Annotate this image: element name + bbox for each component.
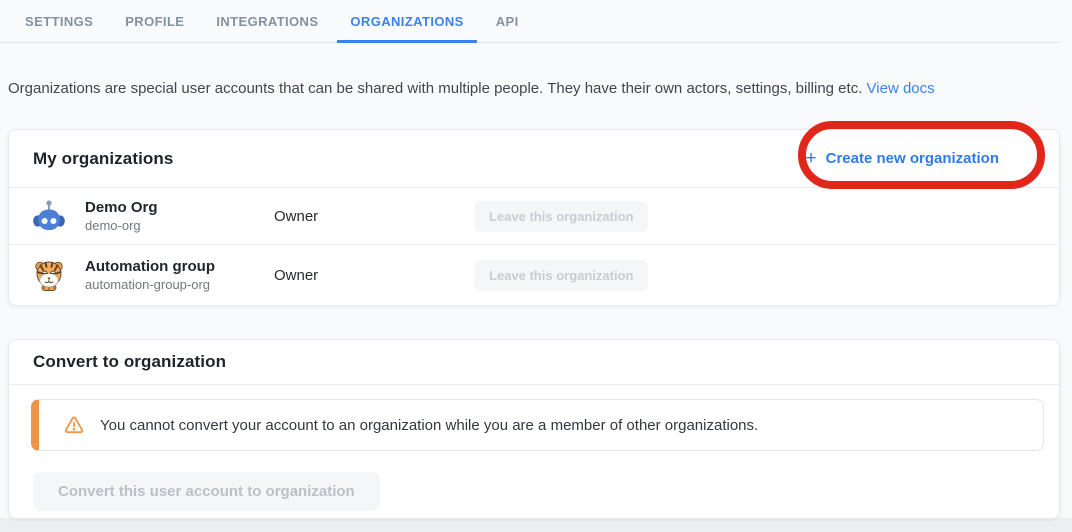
robot-avatar-icon (31, 198, 67, 234)
page-content: SETTINGS PROFILE INTEGRATIONS ORGANIZATI… (0, 0, 1072, 518)
convert-to-organization-panel: Convert to organization You cannot conve… (8, 339, 1060, 519)
my-organizations-title: My organizations (33, 149, 173, 169)
organization-slug: demo-org (85, 217, 274, 234)
organizations-intro-text: Organizations are special user accounts … (8, 79, 1072, 99)
warning-callout: You cannot convert your account to an or… (31, 399, 1044, 451)
settings-tab-bar: SETTINGS PROFILE INTEGRATIONS ORGANIZATI… (0, 0, 1060, 43)
organization-identity: Demo Org demo-org (85, 198, 274, 234)
organization-identity: Automation group automation-group-org (85, 257, 274, 293)
tab-profile[interactable]: PROFILE (112, 0, 197, 43)
tab-api[interactable]: API (483, 0, 532, 43)
organization-role: Owner (274, 208, 474, 225)
convert-section-title: Convert to organization (33, 352, 226, 372)
create-new-organization-button[interactable]: + Create new organization (786, 140, 1035, 178)
create-new-organization-label: Create new organization (826, 150, 999, 167)
my-organizations-header: My organizations + Create new organizati… (9, 130, 1059, 188)
tiger-avatar-icon (31, 257, 67, 293)
tab-integrations[interactable]: INTEGRATIONS (203, 0, 331, 43)
view-docs-link[interactable]: View docs (867, 80, 935, 97)
warning-triangle-icon (63, 414, 85, 436)
my-organizations-panel: My organizations + Create new organizati… (8, 129, 1060, 306)
tab-settings[interactable]: SETTINGS (12, 0, 106, 43)
organizations-settings-page: SETTINGS PROFILE INTEGRATIONS ORGANIZATI… (0, 0, 1072, 532)
leave-organization-button[interactable]: Leave this organization (474, 201, 648, 232)
organization-row-automation-group: Automation group automation-group-org Ow… (9, 244, 1059, 305)
convert-section-header: Convert to organization (9, 340, 1059, 385)
warning-message: You cannot convert your account to an or… (100, 417, 758, 434)
organization-name: Automation group (85, 257, 274, 276)
organization-name: Demo Org (85, 198, 274, 217)
organization-slug: automation-group-org (85, 276, 274, 293)
organization-row-demo-org: Demo Org demo-org Owner Leave this organ… (9, 188, 1059, 244)
organization-role: Owner (274, 267, 474, 284)
leave-organization-button[interactable]: Leave this organization (474, 260, 648, 291)
convert-account-button[interactable]: Convert this user account to organizatio… (33, 472, 380, 511)
tab-organizations[interactable]: ORGANIZATIONS (337, 0, 476, 43)
plus-icon: + (806, 149, 817, 168)
intro-text: Organizations are special user accounts … (8, 80, 862, 97)
